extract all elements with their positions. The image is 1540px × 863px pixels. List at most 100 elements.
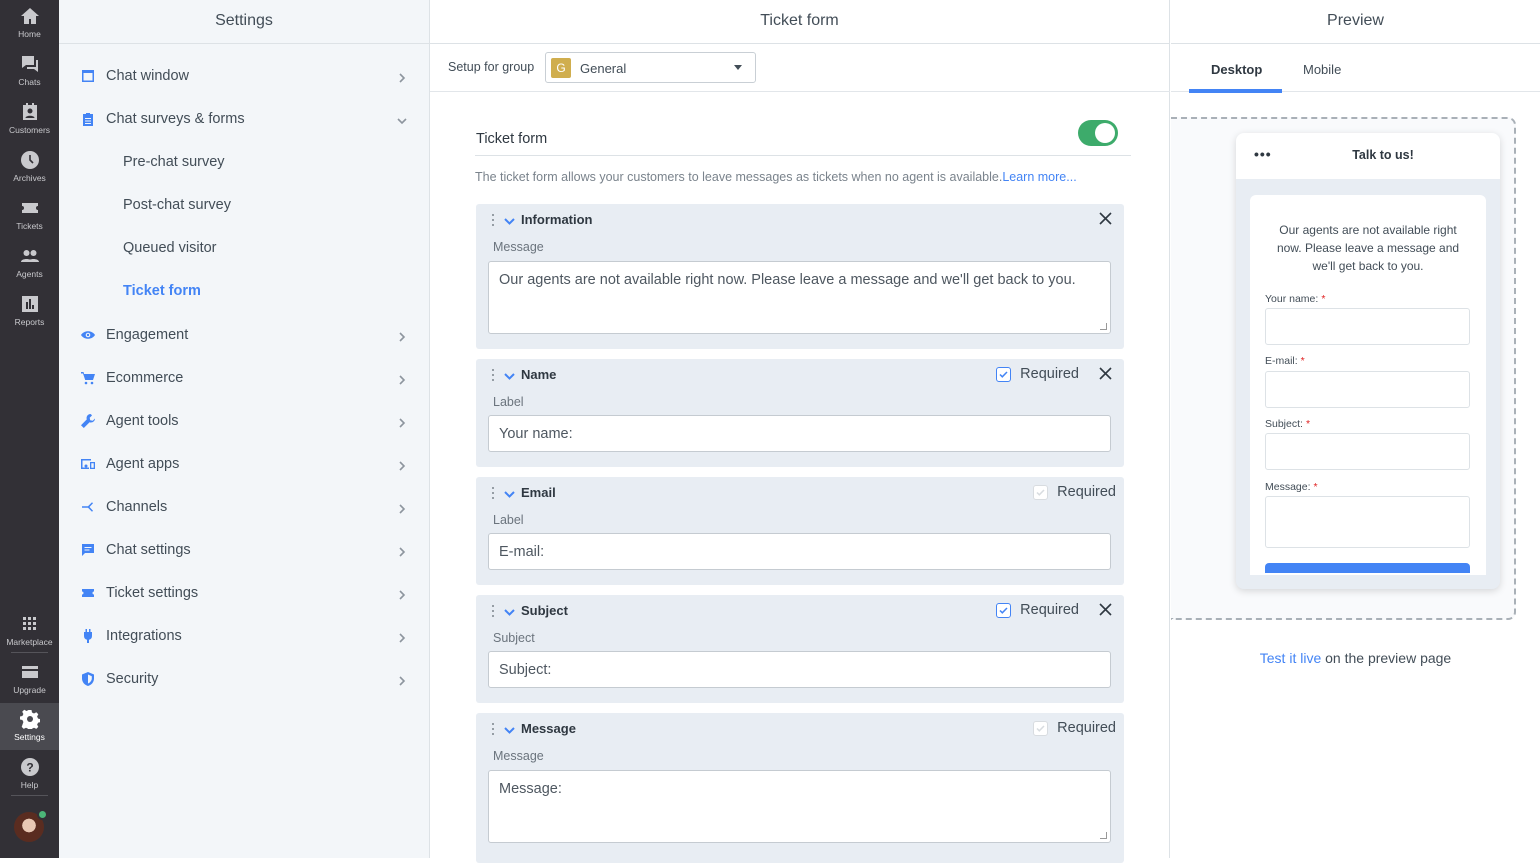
message-label-textarea[interactable]: Message: bbox=[488, 770, 1111, 843]
settings-panel: Settings Chat window Chat surveys & form… bbox=[59, 0, 430, 858]
settings-item-label: Chat window bbox=[106, 67, 190, 84]
required-label: Required bbox=[1057, 720, 1116, 736]
group-label: Setup for group bbox=[448, 60, 535, 74]
drag-handle-icon[interactable] bbox=[492, 723, 496, 737]
close-icon[interactable] bbox=[1099, 212, 1112, 225]
settings-item-chat-window[interactable]: Chat window bbox=[59, 54, 429, 97]
settings-sub-post-chat[interactable]: Post-chat survey bbox=[123, 197, 231, 213]
avatar[interactable] bbox=[14, 809, 48, 842]
resize-handle[interactable] bbox=[1100, 832, 1107, 839]
information-message-textarea[interactable]: Our agents are not available right now. … bbox=[488, 261, 1111, 334]
nav-archives[interactable]: Archives bbox=[0, 144, 59, 190]
nav-home[interactable]: Home bbox=[0, 0, 59, 46]
settings-sub-queued-visitor[interactable]: Queued visitor bbox=[123, 240, 217, 256]
settings-item-label: Channels bbox=[106, 498, 168, 515]
required-label: Required bbox=[1020, 602, 1079, 618]
gear-icon bbox=[19, 709, 40, 729]
settings-item-integrations[interactable]: Integrations bbox=[59, 614, 429, 657]
nav-marketplace[interactable]: Marketplace bbox=[0, 608, 59, 654]
settings-sub-pre-chat[interactable]: Pre-chat survey bbox=[123, 154, 225, 170]
required-label: Required bbox=[1020, 366, 1079, 382]
widget-email-input bbox=[1265, 371, 1470, 408]
form-description: The ticket form allows your customers to… bbox=[475, 170, 1077, 184]
tab-mobile[interactable]: Mobile bbox=[1303, 62, 1341, 77]
nav-chats[interactable]: Chats bbox=[0, 48, 59, 94]
nav-customers[interactable]: Customers bbox=[0, 96, 59, 142]
card-title: Message bbox=[521, 721, 576, 736]
settings-item-ecommerce[interactable]: Ecommerce bbox=[59, 356, 429, 399]
settings-item-channels[interactable]: Channels bbox=[59, 485, 429, 528]
nav-upgrade[interactable]: Upgrade bbox=[0, 656, 59, 702]
group-select[interactable]: G General bbox=[545, 52, 756, 83]
resize-handle[interactable] bbox=[1100, 323, 1107, 330]
ticket-form-toggle[interactable] bbox=[1078, 120, 1118, 146]
drag-handle-icon[interactable] bbox=[492, 605, 496, 619]
settings-item-label: Engagement bbox=[106, 326, 189, 343]
field-card-message: Message Required Message Message: bbox=[476, 713, 1124, 863]
required-checkbox[interactable]: Required bbox=[996, 602, 1079, 618]
nav-settings[interactable]: Settings bbox=[0, 703, 59, 750]
widget-field-label: Subject: * bbox=[1265, 418, 1311, 430]
settings-item-engagement[interactable]: Engagement bbox=[59, 313, 429, 356]
settings-item-label: Agent tools bbox=[106, 412, 179, 429]
nav-label: Agents bbox=[16, 269, 43, 279]
svg-text:?: ? bbox=[26, 761, 33, 775]
chevron-right-icon bbox=[399, 503, 406, 514]
learn-more-link[interactable]: Learn more... bbox=[1002, 170, 1076, 184]
nav-tickets[interactable]: Tickets bbox=[0, 192, 59, 238]
tab-desktop[interactable]: Desktop bbox=[1211, 62, 1262, 77]
required-checkbox-disabled: Required bbox=[1033, 720, 1116, 736]
nav-divider bbox=[11, 652, 48, 653]
chevron-down-icon[interactable] bbox=[504, 371, 515, 382]
check-icon bbox=[1036, 724, 1045, 732]
settings-item-ticket-settings[interactable]: Ticket settings bbox=[59, 571, 429, 614]
widget-field-label: Your name: * bbox=[1265, 293, 1326, 305]
close-icon[interactable] bbox=[1099, 367, 1112, 380]
chat-widget-preview: ••• Talk to us! Our agents are not avail… bbox=[1236, 133, 1500, 589]
settings-item-label: Chat settings bbox=[106, 541, 191, 558]
nav-help[interactable]: ? Help bbox=[0, 751, 59, 797]
chevron-down-icon[interactable] bbox=[504, 607, 515, 618]
widget-submit-button bbox=[1265, 563, 1470, 573]
chevron-down-icon[interactable] bbox=[504, 725, 515, 736]
app-nav: Home Chats Customers Archives Tickets Ag… bbox=[0, 0, 59, 858]
chevron-down-icon[interactable] bbox=[504, 216, 515, 227]
active-tab-indicator bbox=[1189, 89, 1282, 93]
settings-sub-ticket-form[interactable]: Ticket form bbox=[123, 283, 201, 299]
settings-item-security[interactable]: Security bbox=[59, 657, 429, 700]
close-icon[interactable] bbox=[1099, 603, 1112, 616]
preview-panel: Preview Desktop Mobile ••• Talk to us! O… bbox=[1171, 0, 1540, 858]
test-live-link[interactable]: Test it live bbox=[1260, 650, 1321, 666]
settings-item-chat-settings[interactable]: Chat settings bbox=[59, 528, 429, 571]
widget-title: Talk to us! bbox=[1352, 148, 1414, 162]
name-label-input[interactable]: Your name: bbox=[488, 415, 1111, 452]
required-checkbox[interactable]: Required bbox=[996, 366, 1079, 382]
textarea-value: Message: bbox=[499, 781, 562, 797]
input-value: Subject: bbox=[499, 662, 552, 678]
nav-label: Reports bbox=[14, 317, 45, 327]
nav-reports[interactable]: Reports bbox=[0, 288, 59, 334]
drag-handle-icon[interactable] bbox=[492, 214, 496, 228]
clock-icon bbox=[20, 151, 39, 169]
agents-icon bbox=[20, 250, 39, 262]
help-icon: ? bbox=[20, 758, 39, 776]
settings-item-chat-surveys[interactable]: Chat surveys & forms bbox=[59, 97, 429, 140]
nav-label: Settings bbox=[14, 732, 45, 742]
chevron-right-icon bbox=[399, 632, 406, 643]
drag-handle-icon[interactable] bbox=[492, 369, 496, 383]
test-live-text: Test it live on the preview page bbox=[1171, 650, 1540, 666]
email-label-input[interactable]: E-mail: bbox=[488, 533, 1111, 570]
preview-tabs: Desktop Mobile bbox=[1171, 44, 1540, 92]
chevron-down-icon[interactable] bbox=[504, 489, 515, 500]
nav-label: Archives bbox=[13, 173, 46, 183]
drag-handle-icon[interactable] bbox=[492, 487, 496, 501]
settings-item-agent-apps[interactable]: Agent apps bbox=[59, 442, 429, 485]
settings-item-agent-tools[interactable]: Agent tools bbox=[59, 399, 429, 442]
field-label: Label bbox=[493, 395, 524, 409]
reports-icon bbox=[21, 296, 38, 312]
subject-label-input[interactable]: Subject: bbox=[488, 651, 1111, 688]
window-icon bbox=[82, 69, 94, 82]
field-label: Subject bbox=[493, 631, 535, 645]
channels-icon bbox=[82, 501, 93, 512]
nav-agents[interactable]: Agents bbox=[0, 240, 59, 286]
